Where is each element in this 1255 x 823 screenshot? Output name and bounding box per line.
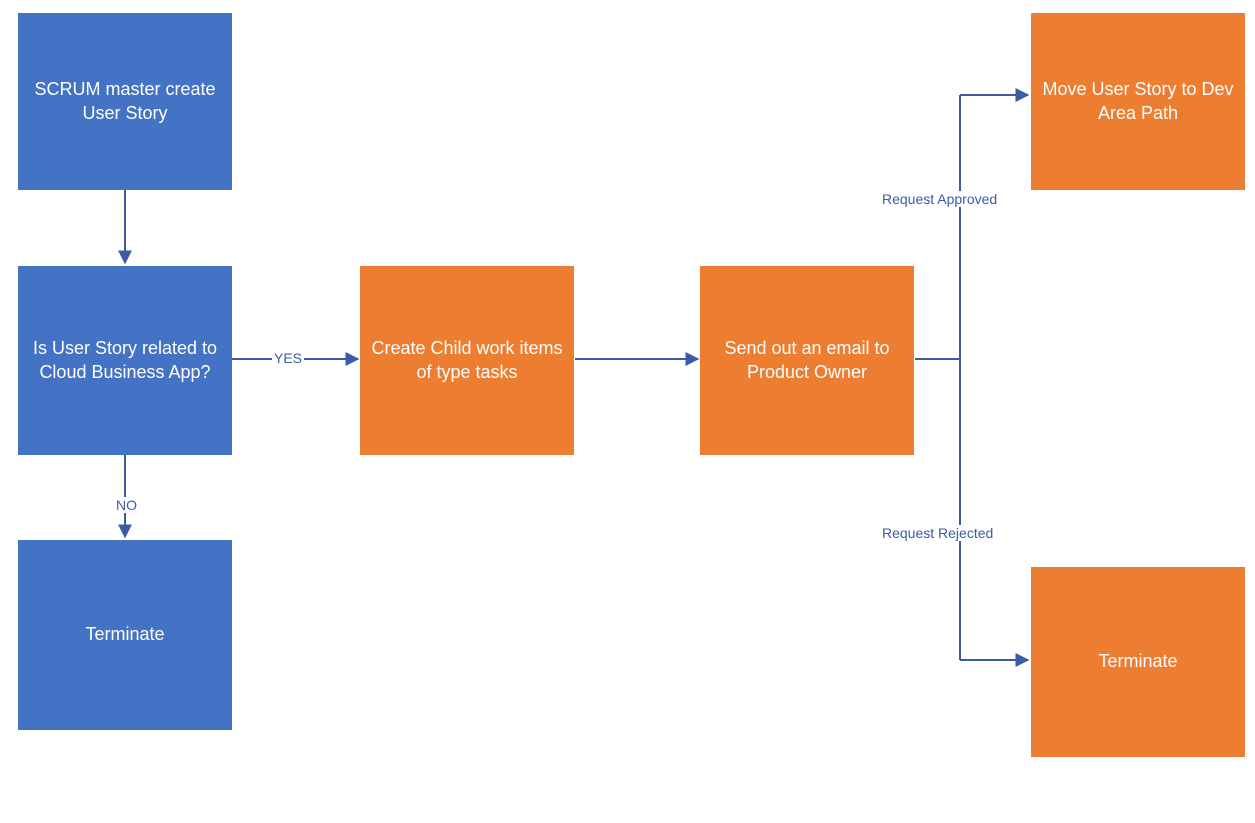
edge-label-approved: Request Approved: [880, 191, 999, 207]
node-terminate-1: Terminate: [18, 540, 232, 730]
node-label: SCRUM master create User Story: [28, 78, 222, 125]
node-move-story: Move User Story to Dev Area Path: [1031, 13, 1245, 190]
node-create-child: Create Child work items of type tasks: [360, 266, 574, 455]
edge-label-no: NO: [114, 497, 139, 513]
node-terminate-2: Terminate: [1031, 567, 1245, 757]
edge-text: YES: [274, 350, 302, 366]
node-label: Create Child work items of type tasks: [370, 337, 564, 384]
node-label: Terminate: [1098, 650, 1177, 673]
node-scrum-master: SCRUM master create User Story: [18, 13, 232, 190]
edge-text: NO: [116, 497, 137, 513]
node-label: Move User Story to Dev Area Path: [1041, 78, 1235, 125]
node-label: Send out an email to Product Owner: [710, 337, 904, 384]
edge-label-rejected: Request Rejected: [880, 525, 995, 541]
node-send-email: Send out an email to Product Owner: [700, 266, 914, 455]
node-decision: Is User Story related to Cloud Business …: [18, 266, 232, 455]
node-label: Terminate: [85, 623, 164, 646]
edge-text: Request Approved: [882, 191, 997, 207]
edge-label-yes: YES: [272, 350, 304, 366]
edge-text: Request Rejected: [882, 525, 993, 541]
node-label: Is User Story related to Cloud Business …: [28, 337, 222, 384]
